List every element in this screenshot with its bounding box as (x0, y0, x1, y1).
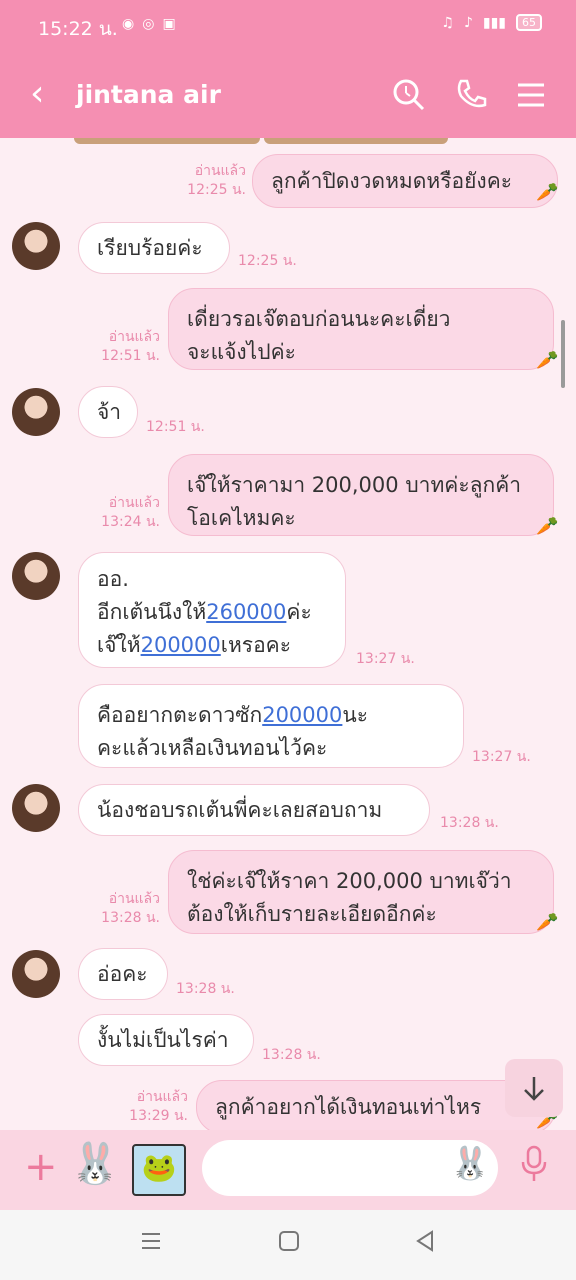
message-time: 12:25 น. (238, 253, 297, 269)
message-meta: อ่านแล้ว 13:24 น. (101, 495, 160, 530)
avatar[interactable] (12, 388, 60, 436)
message-outgoing[interactable]: ลูกค้าปิดงวดหมดหรือยังคะ (252, 154, 558, 208)
avatar[interactable] (12, 784, 60, 832)
message-incoming[interactable]: น้องชอบรถเต้นพี่คะเลยสอบถาม (78, 784, 430, 836)
status-time: 15:22 น. (38, 18, 118, 40)
system-nav-bar (0, 1210, 576, 1280)
message-incoming[interactable]: งั้นไม่เป็นไรค่า (78, 1014, 254, 1066)
carrot-icon: 🥕 (536, 912, 559, 933)
search-icon[interactable] (390, 76, 428, 114)
mute-icon: ♪ (463, 14, 473, 31)
arrow-down-icon (524, 1077, 544, 1101)
message-incoming[interactable]: ออ. อีกเต้นนึงให้260000ค่ะ เจ๊ให้200000เ… (78, 552, 346, 668)
scroll-to-bottom-button[interactable] (505, 1059, 563, 1117)
message-time: 13:28 น. (176, 981, 235, 997)
sticker-photo-icon[interactable]: 🐸 (132, 1144, 186, 1196)
message-incoming[interactable]: อ่อคะ (78, 948, 168, 1000)
message-outgoing[interactable]: เจ๊ให้ราคามา 200,000 บาทค่ะลูกค้า โอเคไหม… (168, 454, 554, 536)
phone-number-link[interactable]: 200000 (262, 703, 342, 727)
message-incoming[interactable]: จ้า (78, 386, 138, 438)
chat-header: ‹ jintana air (0, 52, 576, 138)
avatar[interactable] (12, 222, 60, 270)
menu-icon[interactable] (512, 76, 550, 114)
facebook-icon: ▣ (162, 16, 176, 32)
previous-image[interactable] (264, 138, 448, 144)
emoji-sticker-icon[interactable]: 🐰 (450, 1144, 490, 1182)
previous-image[interactable] (74, 138, 260, 144)
avatar[interactable] (12, 552, 60, 600)
battery-icon: 65 (516, 14, 542, 31)
carrot-icon: 🥕 (536, 516, 559, 537)
message-meta: อ่านแล้ว 13:28 น. (101, 891, 160, 926)
message-outgoing[interactable]: เดี่ยวรอเจ๊ตอบก่อนนะคะเดี่ยว จะแจ้งไปค่ะ (168, 288, 554, 370)
carrot-icon: 🥕 (536, 182, 559, 203)
carrot-icon: 🥕 (536, 350, 559, 371)
message-time: 13:27 น. (356, 651, 415, 667)
notification-icons: ◉ ◎ ▣ (122, 16, 176, 32)
avatar[interactable] (12, 950, 60, 998)
back-button[interactable]: ‹ (30, 74, 44, 114)
message-time: 12:51 น. (146, 419, 205, 435)
chat-area[interactable]: อ่านแล้ว 12:25 น. ลูกค้าปิดงวดหมดหรือยังค… (0, 138, 576, 1130)
message-incoming[interactable]: เรียบร้อยค่ะ (78, 222, 230, 274)
message-meta: อ่านแล้ว 12:51 น. (101, 329, 160, 364)
phone-icon[interactable] (452, 76, 490, 114)
back-nav-icon[interactable] (412, 1228, 438, 1254)
message-outgoing[interactable]: ใช่ค่ะเจ๊ให้ราคา 200,000 บาทเจ๊ว่า ต้องให… (168, 850, 554, 934)
message-time: 13:27 น. (472, 749, 531, 765)
headset-icon: ♫ (441, 14, 454, 31)
message-time: 13:28 น. (440, 815, 499, 831)
message-meta: อ่านแล้ว 13:29 น. (129, 1089, 188, 1124)
signal-icon: ▮▮▮ (482, 14, 506, 31)
message-outgoing[interactable]: ลูกค้าอยากได้เงินทอนเท่าไหร (196, 1080, 556, 1130)
phone-number-link[interactable]: 260000 (206, 600, 286, 624)
messenger-icon: ◎ (142, 16, 155, 32)
home-icon[interactable] (276, 1228, 302, 1254)
message-incoming[interactable]: คืออยากตะดาวซัก200000นะ คะแล้วเหลือเงินท… (78, 684, 464, 768)
plus-icon[interactable]: + (24, 1144, 58, 1190)
line-app-icon: ◉ (122, 16, 135, 32)
message-time: 13:28 น. (262, 1047, 321, 1063)
chat-title: jintana air (76, 80, 221, 109)
microphone-icon[interactable] (518, 1144, 550, 1184)
system-icons: ♫ ♪ ▮▮▮ 65 (441, 14, 542, 31)
status-bar: 15:22 น. ◉ ◎ ▣ ♫ ♪ ▮▮▮ 65 (0, 0, 576, 52)
scrollbar[interactable] (561, 320, 565, 388)
phone-number-link[interactable]: 200000 (141, 633, 221, 657)
recent-apps-icon[interactable] (138, 1228, 164, 1254)
input-bar: + 🐰 🐸 🐰 (0, 1130, 576, 1210)
sticker-cony-icon[interactable]: 🐰 (70, 1140, 124, 1196)
message-meta: อ่านแล้ว 12:25 น. (187, 163, 246, 198)
